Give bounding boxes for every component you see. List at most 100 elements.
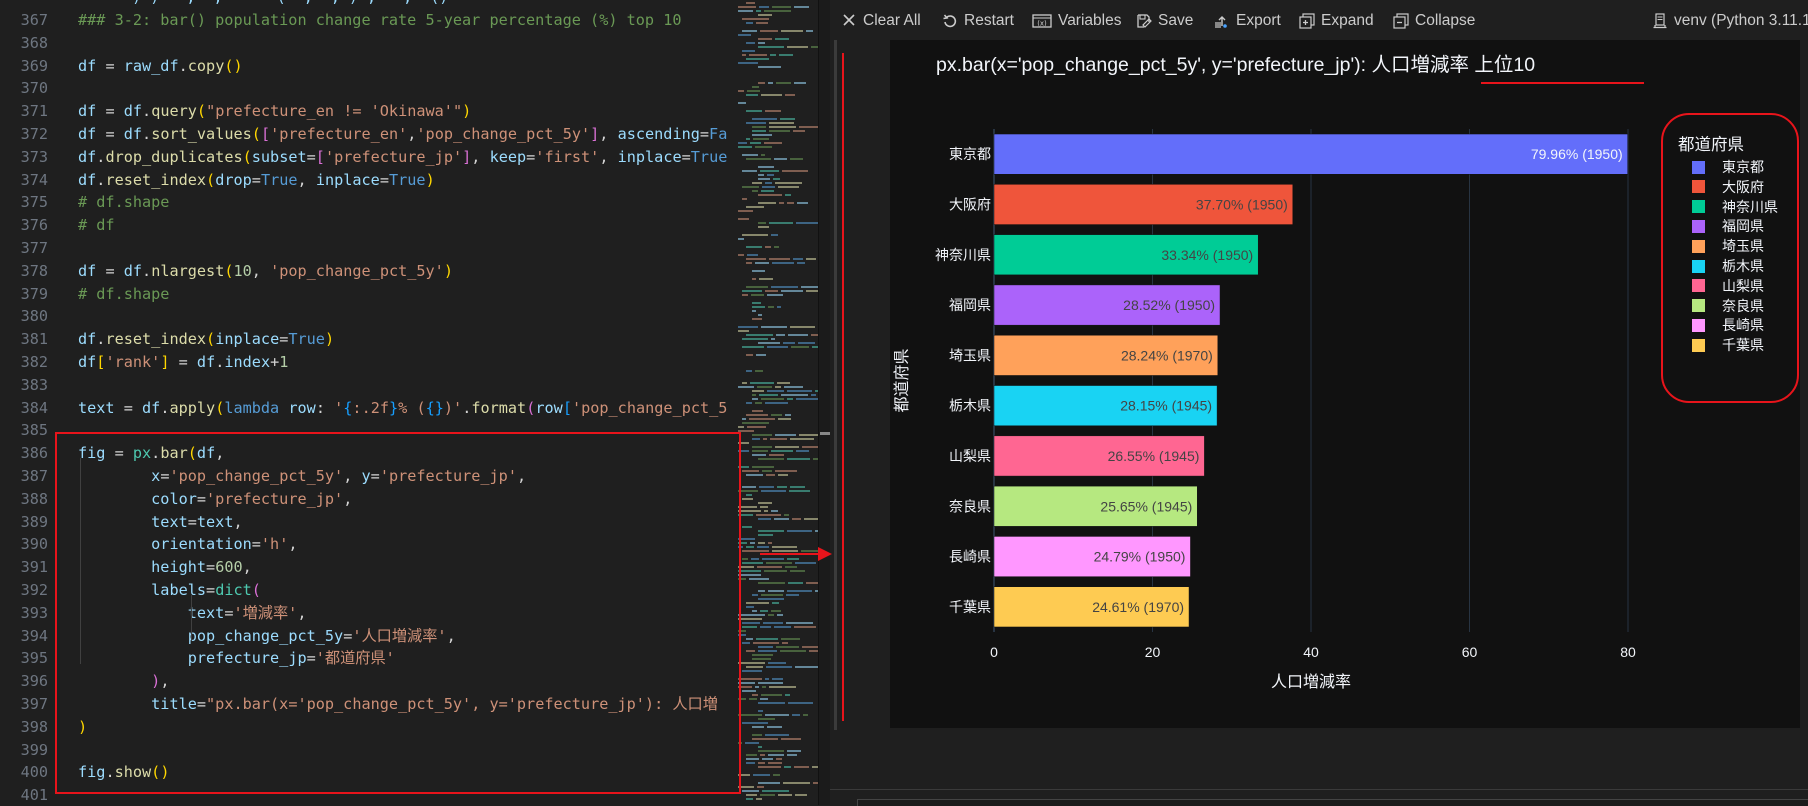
legend-item[interactable]: 奈良県 bbox=[1692, 296, 1764, 316]
code-line[interactable]: 386 fig = px.bar(df, bbox=[0, 442, 736, 465]
code-token: reset_index bbox=[105, 330, 207, 349]
minimap-line bbox=[746, 650, 755, 652]
code-line[interactable]: 381 df.reset_index(inplace=True) bbox=[0, 328, 736, 351]
plotly-chart[interactable]: 0 20 40 60 80 東京都 79.96% (1950) 大阪府 37.70% (1950… bbox=[890, 40, 1800, 728]
code-line[interactable]: 387 x='pop_change_pct_5y', y='prefecture… bbox=[0, 465, 736, 488]
code-line[interactable]: 394 pop_change_pct_5y='人口増減率', bbox=[0, 625, 736, 648]
code-line[interactable]: 398) bbox=[0, 716, 736, 739]
code-token: drop_duplicates bbox=[105, 147, 243, 166]
code-line[interactable]: 396 ), bbox=[0, 670, 736, 693]
kernel-picker[interactable]: venv (Python 3.11.1 bbox=[1652, 10, 1808, 32]
legend-item[interactable]: 栃木県 bbox=[1692, 256, 1764, 276]
code-token: True bbox=[260, 170, 298, 189]
code-line[interactable]: 384 text = df.apply(lambda row: '{:.2f}% … bbox=[0, 397, 736, 420]
minimap-line bbox=[802, 646, 818, 648]
y-tick-label: 東京都 bbox=[949, 147, 991, 163]
code-line[interactable]: 401 bbox=[0, 784, 736, 805]
legend-item[interactable]: 長崎県 bbox=[1692, 315, 1764, 335]
code-line[interactable]: 383 bbox=[0, 374, 736, 397]
output-cell-gutter[interactable] bbox=[834, 40, 847, 730]
code-line[interactable]: 379 # df.shape bbox=[0, 283, 736, 306]
code-token: [ bbox=[315, 147, 325, 166]
minimap-line bbox=[752, 190, 758, 192]
save-button[interactable]: Save bbox=[1136, 10, 1193, 32]
code-token: text bbox=[151, 512, 188, 531]
minimap-line bbox=[738, 574, 761, 576]
x-tick-label: 80 bbox=[1620, 644, 1636, 660]
expand-button[interactable]: Expand bbox=[1299, 10, 1374, 32]
code-line[interactable]: 393 text='増減率', bbox=[0, 602, 736, 625]
minimap-line bbox=[746, 2, 755, 4]
collapse-button[interactable]: Collapse bbox=[1393, 10, 1475, 32]
code-token: 'prefecture_jp' bbox=[379, 467, 517, 485]
minimap-line bbox=[763, 438, 767, 440]
code-token: , bbox=[599, 147, 618, 166]
minimap-line bbox=[758, 178, 770, 180]
code-line[interactable]: 380 bbox=[0, 305, 736, 328]
code-line[interactable]: 371 df = df.query("prefecture_en != 'Okin… bbox=[0, 100, 736, 123]
legend-item[interactable]: 福岡県 bbox=[1692, 216, 1764, 236]
variables-button[interactable]: (x) Variables bbox=[1032, 10, 1121, 32]
code-line[interactable]: 397 title="px.bar(x='pop_change_pct_5y',… bbox=[0, 693, 736, 716]
code-line[interactable]: 389 text=text, bbox=[0, 511, 736, 534]
code-editor[interactable]: ) ) - , , ( , , ) , , () 367 ### 3-2: bar… bbox=[0, 0, 736, 805]
code-token: df bbox=[123, 261, 143, 280]
minimap-line bbox=[788, 582, 803, 584]
legend-item[interactable]: 東京都 bbox=[1692, 157, 1764, 177]
minimap-line bbox=[771, 414, 782, 416]
clear-all-button[interactable]: Clear All bbox=[841, 10, 921, 32]
minimap-line bbox=[758, 750, 784, 752]
code-line[interactable]: 372 df = df.sort_values(['prefecture_en',… bbox=[0, 123, 736, 146]
code-line[interactable]: 388 color='prefecture_jp', bbox=[0, 488, 736, 511]
minimap-line bbox=[778, 418, 791, 420]
bar-data-label: 37.70% (1950) bbox=[1196, 196, 1288, 212]
code-line[interactable]: 367 ### 3-2: bar() population change rate… bbox=[0, 9, 736, 32]
legend-item[interactable]: 千葉県 bbox=[1692, 335, 1764, 355]
code-line[interactable]: 378 df = df.nlargest(10, 'pop_change_pct_… bbox=[0, 260, 736, 283]
legend-item[interactable]: 神奈川県 bbox=[1692, 197, 1778, 217]
minimap-line bbox=[746, 354, 753, 356]
minimap-line bbox=[765, 290, 778, 292]
minimap-line bbox=[738, 238, 744, 240]
code-line[interactable]: 390 orientation='h', bbox=[0, 533, 736, 556]
code-line[interactable]: 391 height=600, bbox=[0, 556, 736, 579]
legend-item[interactable]: 大阪府 bbox=[1692, 177, 1764, 197]
bar-data-label: 79.96% (1950) bbox=[1531, 146, 1623, 162]
restart-button[interactable]: Restart bbox=[942, 10, 1014, 32]
code-text: fig.show() bbox=[78, 761, 169, 784]
code-line[interactable]: 382 df['rank'] = df.index+1 bbox=[0, 351, 736, 374]
minimap-line bbox=[796, 398, 818, 400]
code-line[interactable]: 395 prefecture_jp='都道府県' bbox=[0, 647, 736, 670]
minimap-line bbox=[781, 290, 803, 292]
code-line[interactable]: 392 labels=dict( bbox=[0, 579, 736, 602]
code-text: df['rank'] = df.index+1 bbox=[78, 351, 288, 374]
code-line[interactable]: 400 fig.show() bbox=[0, 761, 736, 784]
export-button[interactable]: Export bbox=[1214, 10, 1281, 32]
bar-data-label: 33.34% (1950) bbox=[1161, 247, 1253, 263]
code-line[interactable]: 373 df.drop_duplicates(subset=['prefectur… bbox=[0, 146, 736, 169]
legend-item[interactable]: 埼玉県 bbox=[1692, 236, 1764, 256]
minimap-line bbox=[787, 46, 808, 48]
code-line[interactable]: 375 # df.shape bbox=[0, 191, 736, 214]
code-token: . bbox=[215, 353, 225, 371]
line-number: 395 bbox=[20, 649, 48, 668]
code-line[interactable]: 370 bbox=[0, 77, 736, 100]
code-token: = bbox=[251, 535, 261, 554]
code-line[interactable]: 385 bbox=[0, 419, 736, 442]
code-line[interactable]: 369 df = raw_df.copy() bbox=[0, 55, 736, 78]
minimap-line bbox=[752, 726, 764, 728]
scrollbar-thumb[interactable] bbox=[820, 432, 830, 435]
code-line[interactable]: 376 # df bbox=[0, 214, 736, 237]
minimap-line bbox=[772, 678, 783, 680]
code-line[interactable]: 368 bbox=[0, 32, 736, 55]
code-line[interactable]: 377 bbox=[0, 237, 736, 260]
legend-item[interactable]: 山梨県 bbox=[1692, 276, 1764, 296]
code-line[interactable]: 399 bbox=[0, 739, 736, 762]
minimap[interactable] bbox=[736, 0, 820, 805]
code-token: = bbox=[279, 330, 289, 349]
code-line[interactable]: 374 df.reset_index(drop=True, inplace=Tru… bbox=[0, 169, 736, 192]
code-token: = bbox=[306, 147, 316, 166]
code-token: 'rank' bbox=[105, 353, 161, 371]
minimap-line bbox=[756, 10, 761, 12]
